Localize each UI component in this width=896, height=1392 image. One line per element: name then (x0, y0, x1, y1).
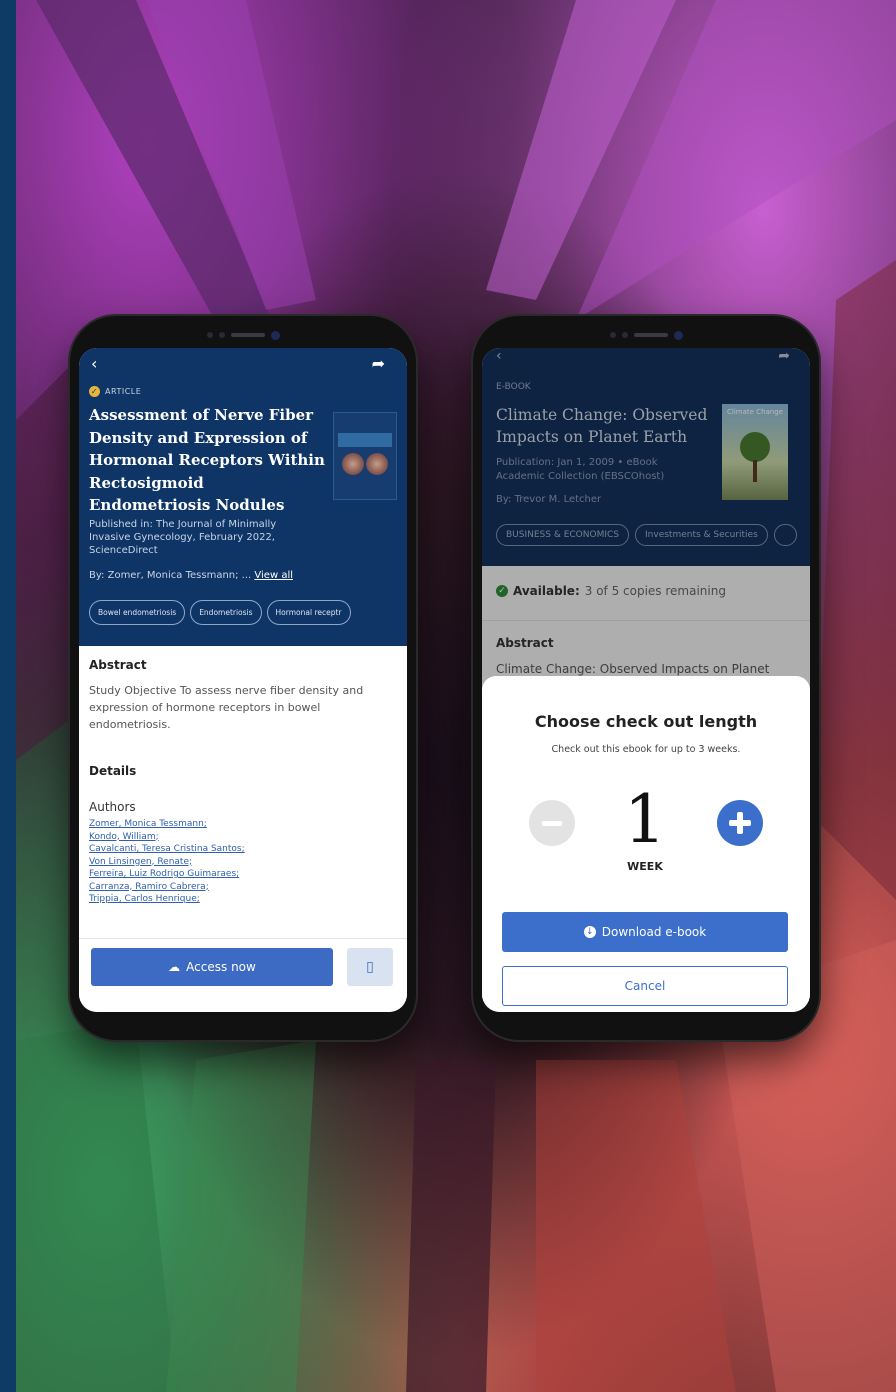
author-link[interactable]: Carranza, Ramiro Cabrera; (89, 881, 245, 894)
author-link[interactable]: Trippia, Carlos Henrique; (89, 893, 245, 906)
ebook-screen: ‹ ➦ E-BOOK Climate Change: Observed Impa… (482, 348, 810, 1012)
phone-notch (188, 328, 298, 342)
download-icon: ↓ (583, 926, 596, 938)
subject-chip[interactable]: Hormonal receptr (266, 600, 351, 625)
subject-chip[interactable]: Bowel endometriosis (89, 600, 186, 625)
minus-icon (542, 820, 562, 826)
subject-chip[interactable]: Endometriosis (190, 600, 262, 625)
week-unit-label: WEEK (627, 860, 663, 873)
article-title: Assessment of Nerve Fiber Density and Ex… (89, 406, 325, 514)
article-screen: ‹ ➦ ✓ ARTICLE Assessment of Nerve Fiber … (79, 348, 407, 1012)
checkout-length-sheet: Choose check out length Check out this e… (482, 676, 810, 1012)
article-header: ‹ ➦ ✓ ARTICLE Assessment of Nerve Fiber … (79, 348, 407, 646)
bookmark-button[interactable]: ▯ (347, 948, 393, 986)
download-ebook-button[interactable]: ↓ Download e-book (502, 912, 788, 952)
chevron-left-icon[interactable]: ‹ (91, 354, 97, 373)
week-quantity: 1 (624, 781, 666, 858)
sheet-subtitle: Check out this ebook for up to 3 weeks. (551, 744, 741, 755)
access-icon: ☁ (168, 960, 181, 974)
cancel-button[interactable]: Cancel (502, 966, 788, 1006)
access-now-label: Access now (186, 960, 256, 974)
author-link[interactable]: Von Linsingen, Renate; (89, 856, 245, 869)
sheet-title: Choose check out length (534, 712, 758, 731)
share-icon[interactable]: ➦ (372, 354, 385, 373)
phone-mockup-ebook: ‹ ➦ E-BOOK Climate Change: Observed Impa… (473, 316, 819, 1040)
abstract-heading: Abstract (89, 658, 147, 672)
authors-heading: Authors (89, 800, 136, 814)
article-badge-icon: ✓ (89, 386, 100, 397)
abstract-text: Study Objective To assess nerve fiber de… (89, 684, 364, 731)
details-heading: Details (89, 764, 137, 778)
authors-list: Zomer, Monica Tessmann; Kondo, William; … (89, 818, 245, 906)
article-type-badge: ✓ ARTICLE (89, 386, 141, 397)
article-cover-thumbnail (333, 412, 397, 500)
decrease-week-button[interactable] (529, 800, 575, 846)
left-edge-strip (0, 0, 16, 1392)
author-link[interactable]: Ferreira, Luiz Rodrigo Guimaraes; (89, 868, 245, 881)
article-type-label: ARTICLE (105, 387, 142, 396)
author-link[interactable]: Cavalcanti, Teresa Cristina Santos; (89, 843, 245, 856)
view-all-link[interactable]: View all (254, 570, 293, 581)
article-byline-text: By: Zomer, Monica Tessmann; ... (89, 570, 252, 581)
author-link[interactable]: Zomer, Monica Tessmann; (89, 818, 245, 831)
article-published-info: Published in: The Journal of Minimally I… (89, 519, 277, 556)
access-now-button[interactable]: ☁ Access now (91, 948, 333, 986)
plus-icon-vertical (737, 812, 743, 834)
phone-notch (591, 328, 701, 342)
subject-chips: Bowel endometriosis Endometriosis Hormon… (89, 600, 351, 625)
article-byline: By: Zomer, Monica Tessmann; ... View all (89, 570, 293, 581)
increase-week-button[interactable] (717, 800, 763, 846)
download-label: Download e-book (601, 925, 707, 939)
author-link[interactable]: Kondo, William; (89, 831, 245, 844)
phone-mockup-article: ‹ ➦ ✓ ARTICLE Assessment of Nerve Fiber … (70, 316, 416, 1040)
bookmark-icon: ▯ (366, 959, 374, 975)
footer-divider (79, 938, 407, 939)
